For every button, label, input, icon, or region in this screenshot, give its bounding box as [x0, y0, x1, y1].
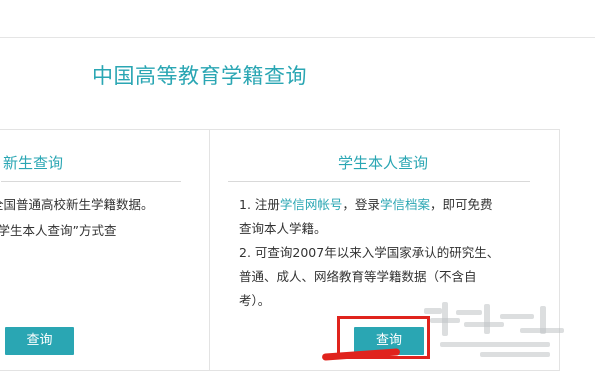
- text-segment: ，登录: [342, 197, 380, 212]
- card-description-line: 全国普通高校新生学籍数据。: [0, 197, 154, 212]
- new-student-query-title: 新生查询: [3, 154, 64, 172]
- card-description-line: 普通、成人、网络教育等学籍数据（不含自: [239, 269, 477, 284]
- card-divider: [1, 181, 181, 182]
- header-divider: [0, 37, 595, 38]
- card-description-line: 2. 可查询2007年以来入学国家承认的研究生、: [239, 245, 500, 260]
- page-title: 中国高等教育学籍查询: [92, 64, 307, 88]
- card-description-line: 考）。: [239, 293, 271, 308]
- text-segment: ，即可免费: [429, 197, 493, 212]
- chsi-account-link[interactable]: 学信网帐号: [280, 197, 343, 212]
- card-description-line: 1. 注册学信网帐号，登录学信档案，即可免费: [239, 197, 492, 213]
- card-description-line: “学生本人查询”方式查: [0, 223, 117, 238]
- student-self-query-title: 学生本人查询: [338, 154, 429, 172]
- text-segment: 1. 注册: [239, 197, 280, 212]
- chsi-archive-link[interactable]: 学信档案: [380, 197, 430, 212]
- new-student-query-button[interactable]: 查询: [5, 327, 74, 355]
- new-student-query-card: 新生查询 全国普通高校新生学籍数据。 “学生本人查询”方式查 查询: [0, 129, 211, 371]
- card-divider: [228, 181, 530, 182]
- card-description-line: 查询本人学籍。: [239, 221, 327, 236]
